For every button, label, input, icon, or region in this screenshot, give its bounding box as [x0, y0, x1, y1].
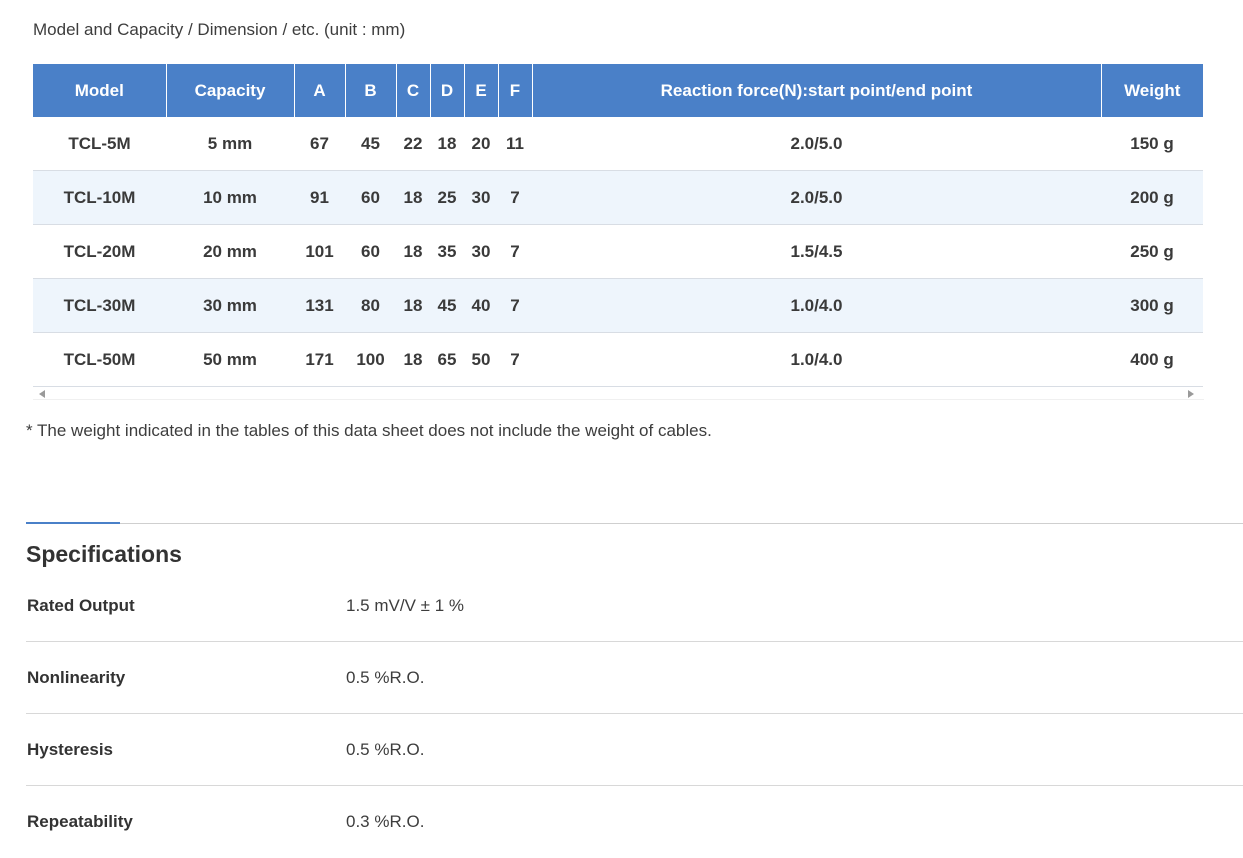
cell-reaction-force: 2.0/5.0 [532, 170, 1101, 225]
weight-note: * The weight indicated in the tables of … [26, 421, 712, 440]
cell-c: 18 [396, 332, 430, 387]
header-f: F [498, 64, 533, 117]
cell-a: 91 [294, 170, 345, 225]
spec-row-rated-output: Rated Output 1.5 mV/V ± 1 % [26, 569, 1243, 642]
spec-label: Nonlinearity [27, 668, 126, 687]
cell-e: 30 [464, 224, 498, 279]
cell-c: 22 [396, 117, 430, 171]
cell-reaction-force: 1.5/4.5 [532, 224, 1101, 279]
cell-f: 7 [498, 278, 532, 333]
header-weight: Weight [1101, 64, 1203, 117]
cell-weight: 200 g [1101, 170, 1203, 225]
spec-label: Rated Output [27, 596, 135, 615]
cell-b: 45 [345, 117, 396, 171]
cell-d: 65 [430, 332, 464, 387]
cell-capacity: 30 mm [166, 278, 294, 333]
cell-capacity: 20 mm [166, 224, 294, 279]
cell-model: TCL-20M [33, 224, 166, 279]
specifications-title: Specifications [26, 541, 182, 567]
spec-value: 0.5 %R.O. [346, 668, 425, 687]
cell-f: 11 [498, 117, 532, 171]
cell-model: TCL-30M [33, 278, 166, 333]
header-model: Model [33, 64, 167, 117]
cell-capacity: 5 mm [166, 117, 294, 171]
cell-d: 45 [430, 278, 464, 333]
cell-e: 30 [464, 170, 498, 225]
dimension-table-container: Model Capacity A B C D E F Reaction forc… [33, 64, 1204, 400]
cell-d: 35 [430, 224, 464, 279]
cell-d: 18 [430, 117, 464, 171]
cell-capacity: 10 mm [166, 170, 294, 225]
header-c: C [396, 64, 431, 117]
spec-row-nonlinearity: Nonlinearity 0.5 %R.O. [26, 641, 1243, 714]
cell-b: 100 [345, 332, 396, 387]
spec-row-repeatability: Repeatability 0.3 %R.O. [26, 786, 1243, 858]
spec-value: 1.5 mV/V ± 1 % [346, 596, 464, 615]
spec-label: Hysteresis [27, 740, 114, 759]
cell-reaction-force: 2.0/5.0 [532, 117, 1101, 171]
spec-row-hysteresis: Hysteresis 0.5 %R.O. [26, 713, 1243, 786]
cell-c: 18 [396, 278, 430, 333]
cell-weight: 250 g [1101, 224, 1203, 279]
header-d: D [430, 64, 465, 117]
header-a: A [294, 64, 346, 117]
cell-a: 101 [294, 224, 345, 279]
cell-weight: 400 g [1101, 332, 1203, 387]
scroll-right-arrow-icon[interactable] [1188, 390, 1194, 398]
cell-b: 60 [345, 224, 396, 279]
cell-weight: 300 g [1101, 278, 1203, 333]
spec-label: Repeatability [27, 812, 133, 831]
cell-capacity: 50 mm [166, 332, 294, 387]
spec-value: 0.3 %R.O. [346, 812, 425, 831]
cell-model: TCL-50M [33, 332, 166, 387]
cell-f: 7 [498, 224, 532, 279]
cell-c: 18 [396, 170, 430, 225]
cell-d: 25 [430, 170, 464, 225]
header-capacity: Capacity [166, 64, 295, 117]
cell-reaction-force: 1.0/4.0 [532, 278, 1101, 333]
cell-b: 60 [345, 170, 396, 225]
table-row: TCL-30M 30 mm 131 80 18 45 40 7 1.0/4.0 … [33, 278, 1203, 333]
header-b: B [345, 64, 397, 117]
table-row: TCL-5M 5 mm 67 45 22 18 20 11 2.0/5.0 15… [33, 117, 1203, 171]
dimension-table: Model Capacity A B C D E F Reaction forc… [33, 64, 1203, 387]
horizontal-scrollbar[interactable] [33, 387, 1204, 400]
cell-a: 171 [294, 332, 345, 387]
scroll-left-arrow-icon[interactable] [39, 390, 45, 398]
table-header-row: Model Capacity A B C D E F Reaction forc… [33, 64, 1203, 117]
cell-a: 67 [294, 117, 345, 171]
cell-f: 7 [498, 332, 532, 387]
table-row: TCL-10M 10 mm 91 60 18 25 30 7 2.0/5.0 2… [33, 170, 1203, 225]
cell-e: 40 [464, 278, 498, 333]
cell-c: 18 [396, 224, 430, 279]
table-row: TCL-50M 50 mm 171 100 18 65 50 7 1.0/4.0… [33, 332, 1203, 387]
cell-f: 7 [498, 170, 532, 225]
table-caption: Model and Capacity / Dimension / etc. (u… [33, 20, 406, 39]
section-divider [26, 523, 1243, 524]
cell-reaction-force: 1.0/4.0 [532, 332, 1101, 387]
cell-weight: 150 g [1101, 117, 1203, 171]
cell-a: 131 [294, 278, 345, 333]
cell-e: 50 [464, 332, 498, 387]
header-reaction-force: Reaction force(N):start point/end point [532, 64, 1102, 117]
cell-model: TCL-10M [33, 170, 166, 225]
section-divider-accent [26, 522, 120, 524]
cell-b: 80 [345, 278, 396, 333]
cell-model: TCL-5M [33, 117, 166, 171]
header-e: E [464, 64, 499, 117]
spec-value: 0.5 %R.O. [346, 740, 425, 759]
cell-e: 20 [464, 117, 498, 171]
table-row: TCL-20M 20 mm 101 60 18 35 30 7 1.5/4.5 … [33, 224, 1203, 279]
